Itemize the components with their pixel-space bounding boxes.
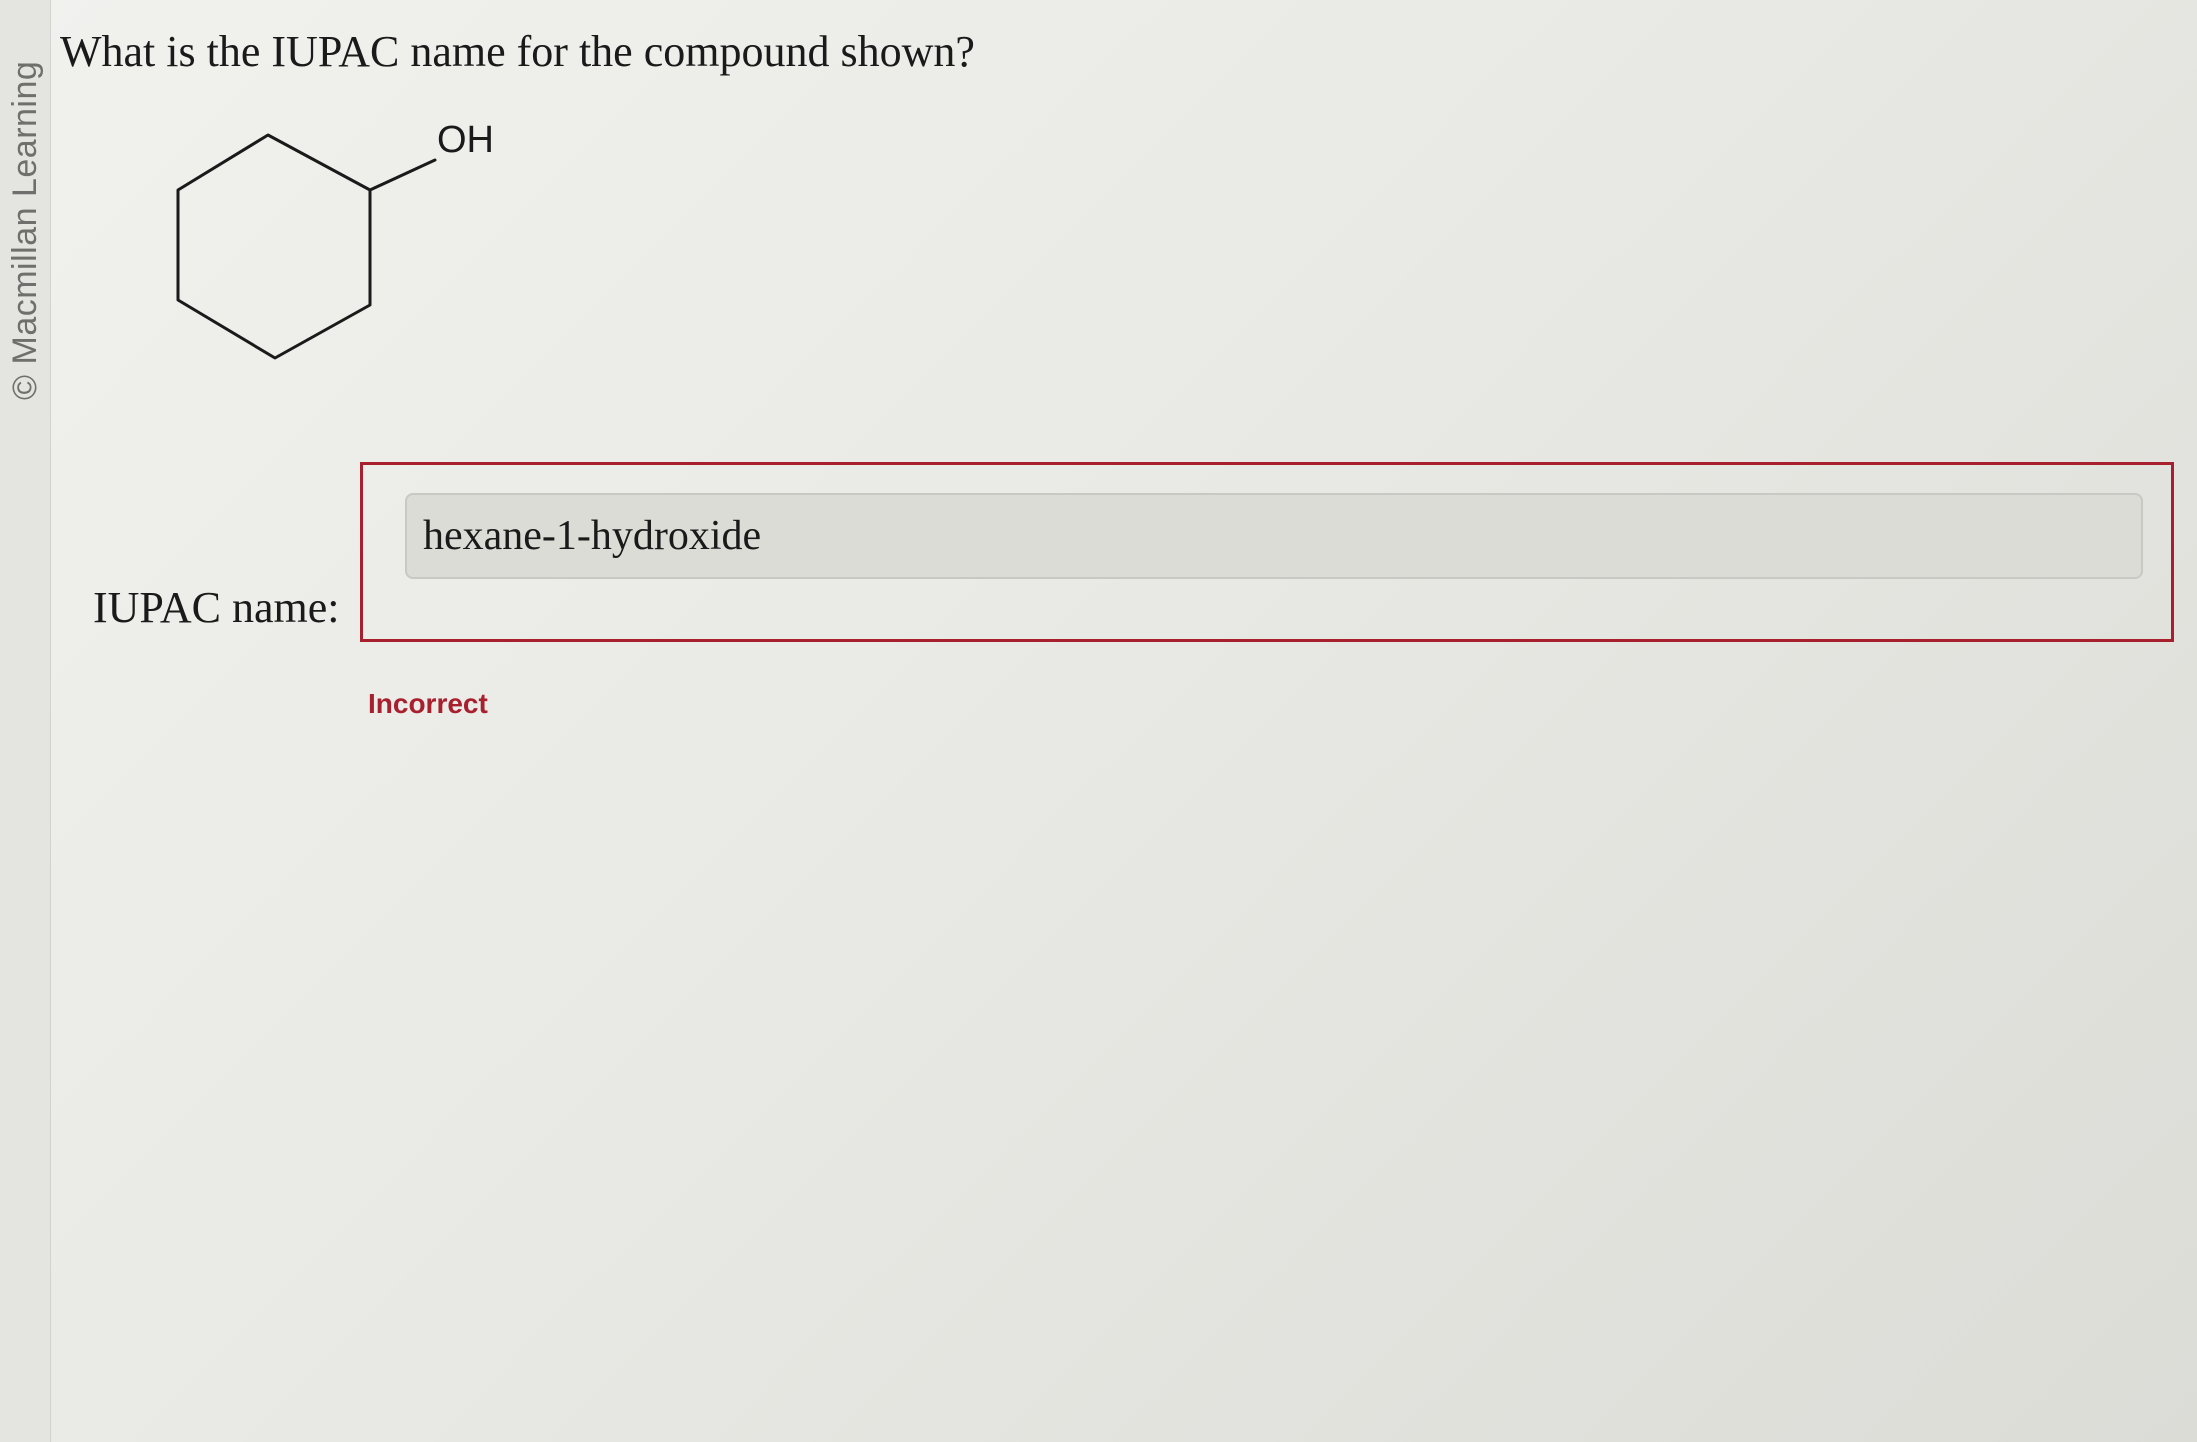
- hydroxyl-label: OH: [437, 119, 494, 161]
- cyclohexanol-skeletal-formula: OH: [176, 119, 494, 360]
- molecule-structure: OH: [150, 110, 570, 380]
- cyclohexane-ring: [176, 133, 372, 360]
- answer-frame-incorrect: hexane-1-hydroxide: [360, 462, 2174, 642]
- copyright-text: © Macmillan Learning: [6, 60, 44, 400]
- hydroxyl-bond: [368, 158, 437, 192]
- status-message: Incorrect: [368, 688, 488, 719]
- iupac-name-input[interactable]: hexane-1-hydroxide: [405, 493, 2143, 579]
- iupac-name-label: IUPAC name:: [93, 583, 340, 632]
- question-text: What is the IUPAC name for the compound …: [60, 27, 975, 76]
